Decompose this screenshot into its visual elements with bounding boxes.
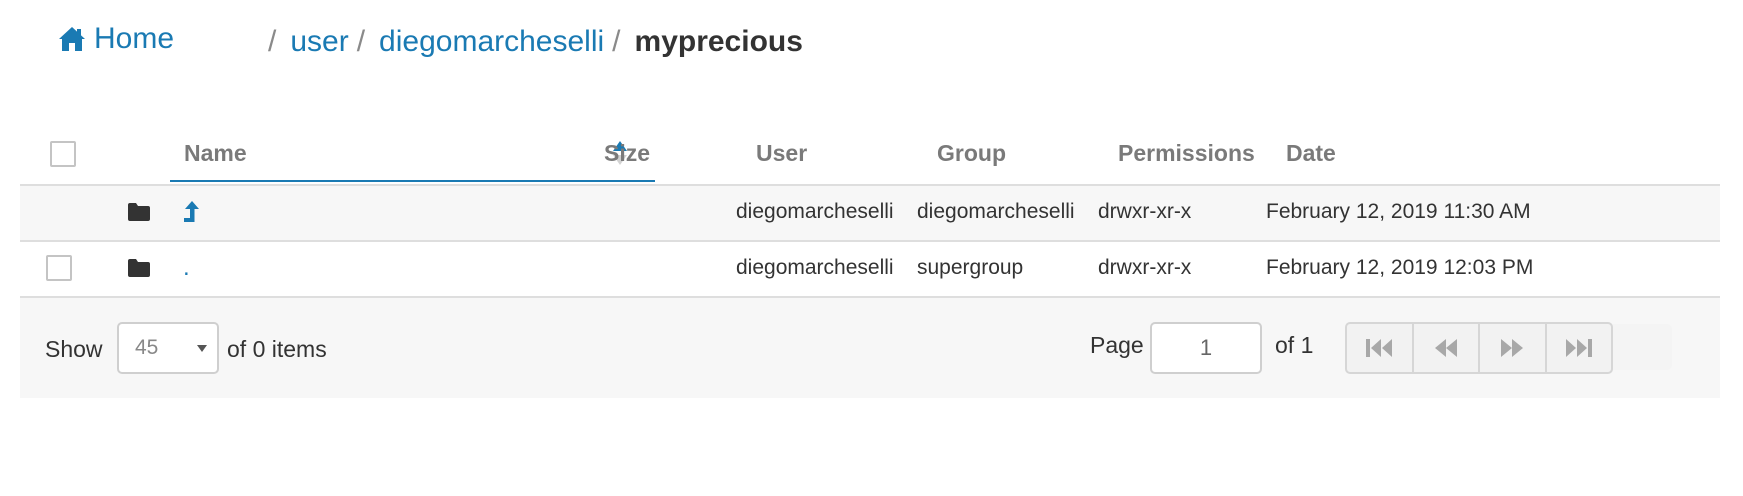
first-page-icon <box>1366 339 1393 357</box>
column-header-group[interactable]: Group <box>937 140 1006 167</box>
file-browser-page: Home / user / diegomarcheselli / mypreci… <box>0 0 1743 496</box>
show-label: Show <box>45 336 103 362</box>
breadcrumb-separator: / <box>356 25 366 58</box>
table-row[interactable]: diegomarcheselli diegomarcheselli drwxr-… <box>20 186 1720 242</box>
page-size-select[interactable]: 45 <box>117 322 219 374</box>
items-count-label: of 0 items <box>227 336 327 362</box>
cell-date: February 12, 2019 12:03 PM <box>1266 256 1534 279</box>
breadcrumb-separator: / <box>268 25 277 58</box>
cell-group: supergroup <box>917 256 1024 279</box>
folder-icon <box>128 203 150 221</box>
parent-dir-arrow-icon[interactable] <box>182 200 200 224</box>
breadcrumb-segment-user[interactable]: user <box>290 25 348 59</box>
sort-active-underline <box>170 180 655 182</box>
breadcrumb-home-label: Home <box>94 22 175 55</box>
file-table: Name Size User Group Permissions Date di… <box>20 126 1720 298</box>
breadcrumb-segment-diegomarcheselli[interactable]: diegomarcheselli <box>379 25 604 59</box>
cell-group: diegomarcheselli <box>917 200 1075 223</box>
cell-permissions: drwxr-xr-x <box>1098 256 1192 279</box>
column-header-user[interactable]: User <box>756 140 807 167</box>
pager-extra-segment <box>1610 324 1672 370</box>
chevron-down-icon <box>197 345 207 352</box>
folder-icon <box>128 259 150 277</box>
cell-user: diegomarcheselli <box>736 256 894 279</box>
cell-date: February 12, 2019 11:30 AM <box>1266 200 1531 223</box>
last-page-button[interactable] <box>1547 324 1612 372</box>
next-page-icon <box>1501 339 1524 357</box>
cell-permissions: drwxr-xr-x <box>1098 200 1192 223</box>
pagination-controls <box>1345 322 1613 374</box>
page-number-input[interactable] <box>1150 322 1262 374</box>
table-footer: Show 45 of 0 items Page of 1 <box>20 298 1720 398</box>
cell-user: diegomarcheselli <box>736 200 894 223</box>
previous-page-icon <box>1434 339 1457 357</box>
cell-name-link[interactable]: . <box>183 254 190 282</box>
last-page-icon <box>1565 339 1592 357</box>
breadcrumb-path: / user / diegomarcheselli / myprecious <box>268 25 803 59</box>
breadcrumb-current: myprecious <box>634 25 803 58</box>
page-label: Page <box>1090 332 1144 358</box>
home-icon <box>59 27 85 51</box>
breadcrumb-separator: / <box>612 25 621 58</box>
column-header-size[interactable]: Size <box>604 140 650 167</box>
breadcrumb-home-link[interactable]: Home <box>58 22 174 56</box>
select-all-checkbox[interactable] <box>50 141 76 167</box>
row-checkbox[interactable] <box>46 255 72 281</box>
column-header-permissions[interactable]: Permissions <box>1118 140 1255 167</box>
page-size-value: 45 <box>135 336 159 359</box>
column-header-date[interactable]: Date <box>1286 140 1336 167</box>
first-page-button[interactable] <box>1347 324 1414 372</box>
table-row[interactable]: . diegomarcheselli supergroup drwxr-xr-x… <box>20 242 1720 298</box>
total-pages-label: of 1 <box>1275 332 1314 358</box>
next-page-button[interactable] <box>1480 324 1547 372</box>
breadcrumb: Home / user / diegomarcheselli / mypreci… <box>58 22 1058 72</box>
table-header: Name Size User Group Permissions Date <box>20 126 1720 186</box>
column-header-name[interactable]: Name <box>184 140 247 167</box>
previous-page-button[interactable] <box>1414 324 1480 372</box>
